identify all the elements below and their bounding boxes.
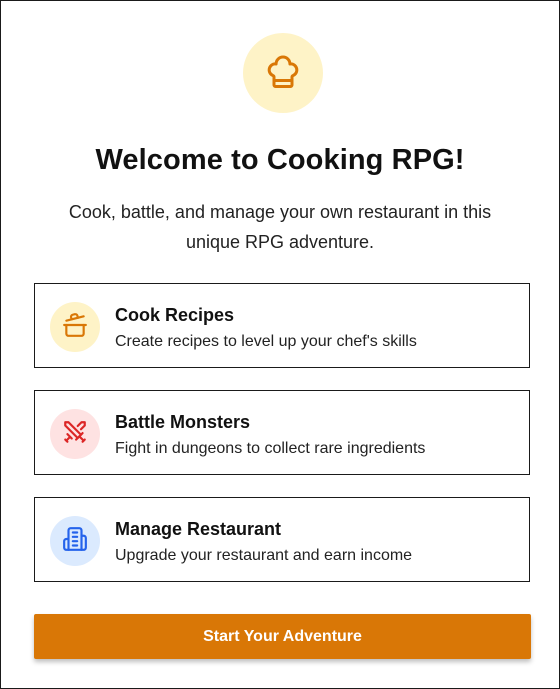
- feature-description: Create recipes to level up your chef's s…: [115, 333, 417, 350]
- page-title: Welcome to Cooking RPG!: [95, 144, 465, 176]
- page-subtitle: Cook, battle, and manage your own restau…: [68, 202, 492, 252]
- feature-card-manage-restaurant: Manage Restaurant Upgrade your restauran…: [34, 497, 530, 582]
- welcome-screen: Welcome to Cooking RPG! Cook, battle, an…: [0, 0, 560, 689]
- building-icon: [62, 526, 88, 557]
- feature-card-cook-recipes: Cook Recipes Create recipes to level up …: [34, 283, 530, 368]
- chef-hat-icon: [265, 55, 301, 91]
- cooking-pot-icon: [62, 312, 88, 343]
- feature-description: Upgrade your restaurant and earn income: [115, 547, 413, 564]
- feature-title: Manage Restaurant: [115, 519, 282, 539]
- crossed-swords-icon: [62, 419, 88, 450]
- feature-title: Cook Recipes: [115, 305, 235, 325]
- feature-title: Battle Monsters: [115, 412, 251, 432]
- feature-icon-badge: [50, 302, 100, 352]
- feature-card-battle-monsters: Battle Monsters Fight in dungeons to col…: [34, 390, 530, 475]
- start-adventure-button[interactable]: Start Your Adventure: [34, 614, 531, 659]
- feature-icon-badge: [50, 516, 100, 566]
- feature-icon-badge: [50, 409, 100, 459]
- feature-description: Fight in dungeons to collect rare ingred…: [115, 440, 426, 457]
- logo-badge: [243, 33, 323, 113]
